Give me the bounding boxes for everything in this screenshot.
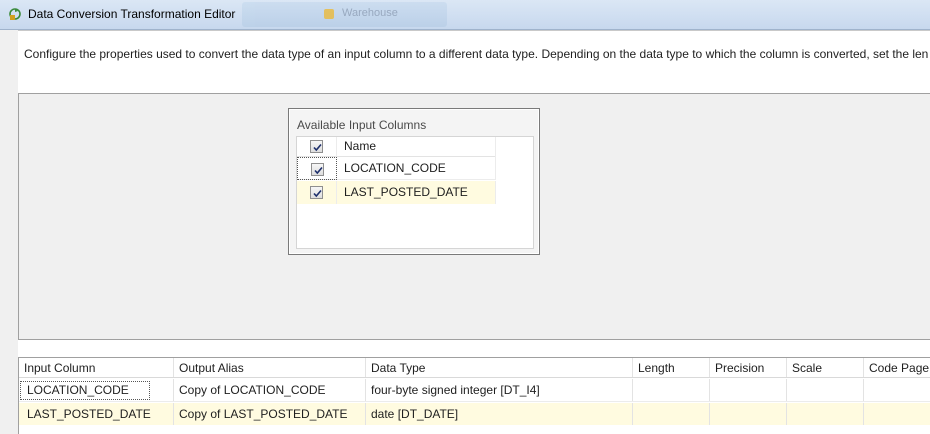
data-conversion-icon [8, 7, 22, 21]
output-alias-cell[interactable]: Copy of LOCATION_CODE [174, 379, 366, 401]
background-window-strip: Warehouse [242, 2, 447, 27]
table-row[interactable]: LAST_POSTED_DATE Copy of LAST_POSTED_DAT… [19, 403, 930, 425]
code-page-cell[interactable] [864, 379, 930, 401]
input-column-cell[interactable]: LAST_POSTED_DATE [19, 403, 174, 425]
code-page-header[interactable]: Code Page [864, 358, 930, 377]
data-type-header[interactable]: Data Type [366, 358, 633, 377]
scale-cell[interactable] [787, 403, 864, 425]
window-title: Data Conversion Transformation Editor [28, 7, 236, 21]
precision-header[interactable]: Precision [710, 358, 787, 377]
output-alias-header[interactable]: Output Alias [174, 358, 366, 377]
column-name: LOCATION_CODE [337, 157, 496, 180]
column-checkbox[interactable] [310, 186, 323, 199]
table-row[interactable]: LOCATION_CODE Copy of LOCATION_CODE four… [19, 379, 930, 402]
input-column-value: LAST_POSTED_DATE [27, 407, 151, 421]
precision-cell[interactable] [710, 403, 787, 425]
data-type-cell[interactable]: four-byte signed integer [DT_I4] [366, 379, 633, 401]
title-bar: Data Conversion Transformation Editor Wa… [0, 0, 930, 30]
scale-header[interactable]: Scale [787, 358, 864, 377]
list-item[interactable]: LAST_POSTED_DATE [297, 181, 496, 204]
available-input-columns-list: Name LOCATION_CODE LAST_POSTED_DATE [296, 136, 534, 249]
select-all-cell [297, 137, 337, 157]
design-surface: Available Input Columns Name LOCATION_CO… [18, 93, 930, 340]
code-page-cell[interactable] [864, 403, 930, 425]
available-input-columns-title: Available Input Columns [297, 118, 427, 132]
description-panel: Configure the properties used to convert… [0, 30, 930, 87]
grid-header-row: Input Column Output Alias Data Type Leng… [19, 358, 930, 378]
column-checkbox[interactable] [311, 163, 324, 176]
precision-cell[interactable] [710, 379, 787, 401]
description-text: Configure the properties used to convert… [24, 47, 929, 61]
checkbox-cell [297, 157, 337, 180]
length-cell[interactable] [633, 403, 710, 425]
input-column-value: LOCATION_CODE [27, 383, 129, 397]
length-header[interactable]: Length [633, 358, 710, 377]
input-column-cell[interactable]: LOCATION_CODE [19, 379, 174, 401]
select-all-checkbox[interactable] [310, 140, 323, 153]
conversion-grid: Input Column Output Alias Data Type Leng… [18, 357, 930, 434]
list-item[interactable]: LOCATION_CODE [297, 157, 496, 180]
name-column-header[interactable]: Name [337, 137, 496, 157]
scale-cell[interactable] [787, 379, 864, 401]
left-gutter [0, 30, 18, 434]
length-cell[interactable] [633, 379, 710, 401]
column-name: LAST_POSTED_DATE [337, 181, 496, 204]
input-column-header[interactable]: Input Column [19, 358, 174, 377]
available-input-columns-panel: Available Input Columns Name LOCATION_CO… [288, 108, 540, 255]
output-alias-cell[interactable]: Copy of LAST_POSTED_DATE [174, 403, 366, 425]
warehouse-icon [324, 9, 334, 19]
data-type-cell[interactable]: date [DT_DATE] [366, 403, 633, 425]
background-window-label: Warehouse [342, 7, 398, 19]
list-header-row: Name [297, 137, 496, 157]
checkbox-cell [297, 181, 337, 204]
